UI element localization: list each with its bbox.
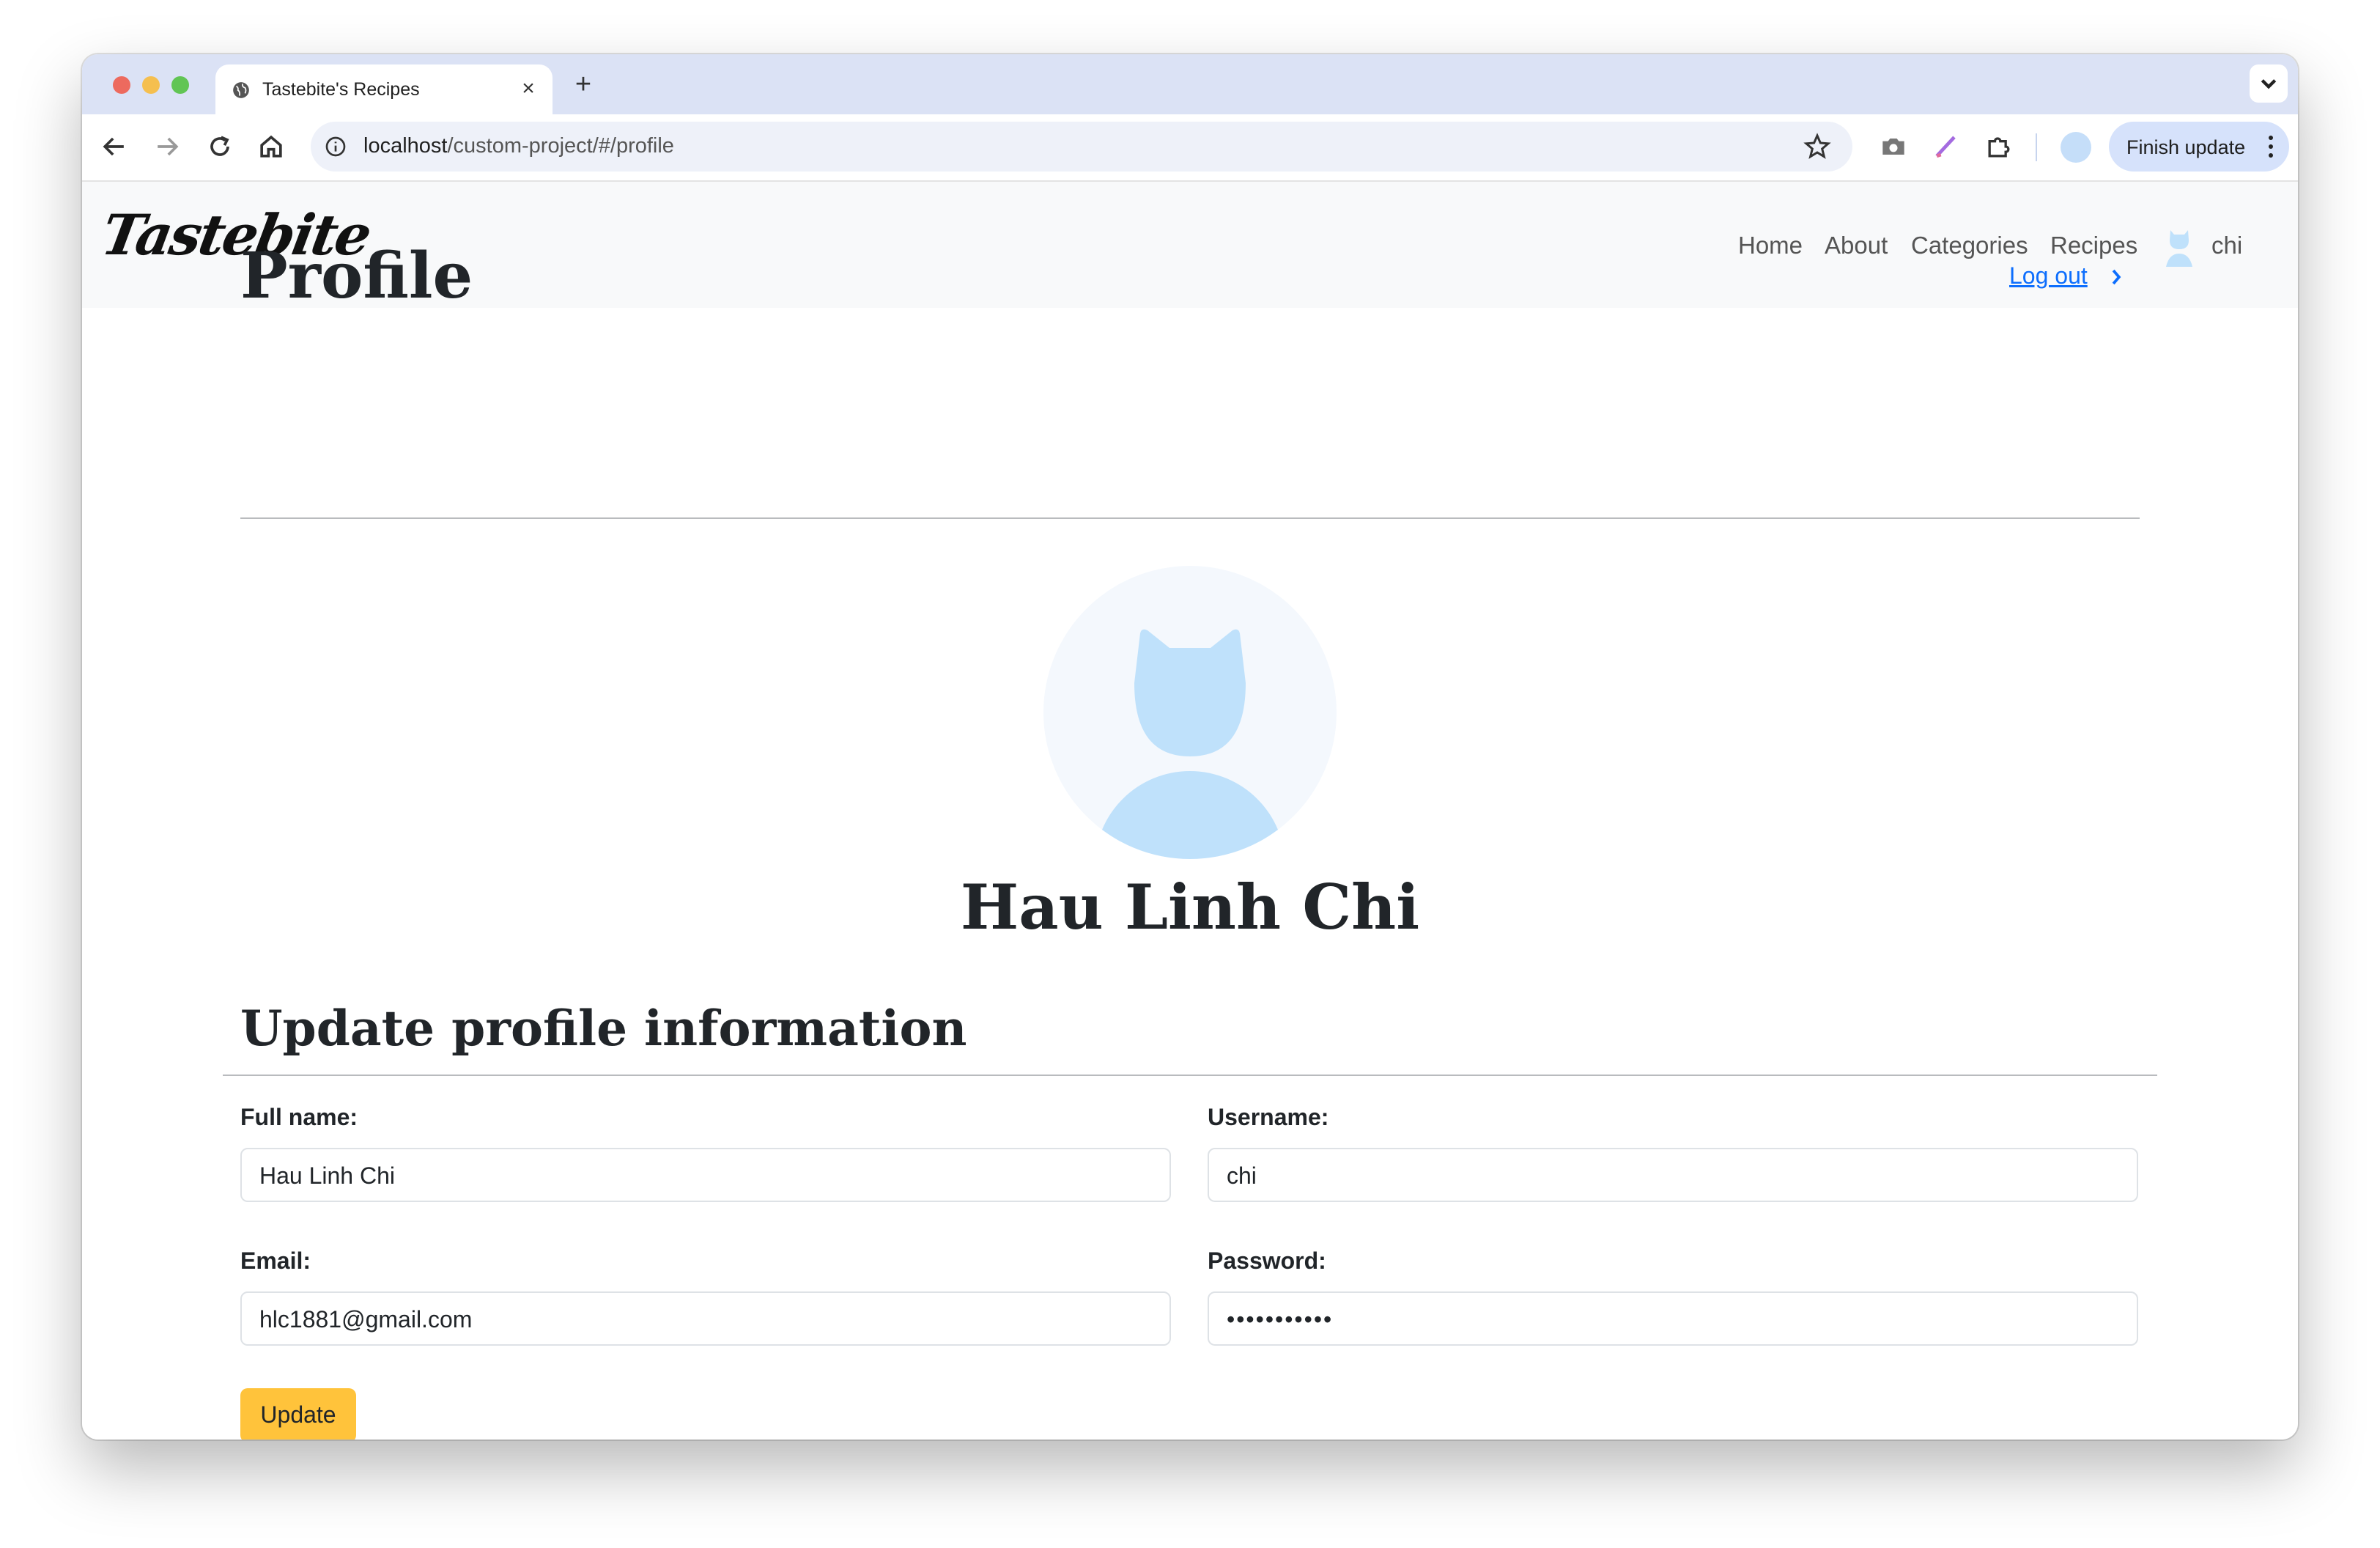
minimize-window-button[interactable]	[142, 76, 160, 94]
browser-toolbar: localhost/custom-project/#/profile Finis…	[82, 114, 2298, 182]
reload-icon[interactable]	[204, 130, 236, 163]
web-page: Tastebite Home About Categories Recipes …	[82, 182, 2298, 1440]
title-divider	[240, 517, 2140, 519]
chevron-right-icon[interactable]	[2104, 264, 2128, 290]
toolbar-separator	[2036, 133, 2037, 161]
browser-window: Tastebite's Recipes × + localhost/custom…	[82, 54, 2298, 1440]
nav-link-categories[interactable]: Categories	[1911, 232, 2028, 259]
password-input[interactable]: •••••••••••	[1208, 1291, 2138, 1346]
full-name-input[interactable]: Hau Linh Chi	[240, 1148, 1171, 1202]
back-arrow-icon[interactable]	[98, 130, 130, 163]
nav-link-home[interactable]: Home	[1738, 232, 1803, 259]
address-bar[interactable]: localhost/custom-project/#/profile	[311, 122, 1852, 172]
close-tab-icon[interactable]: ×	[517, 78, 539, 100]
nav-link-about[interactable]: About	[1825, 232, 1888, 259]
finish-update-button[interactable]: Finish update	[2109, 122, 2289, 172]
user-avatar-icon[interactable]	[2162, 226, 2197, 267]
url-path: /custom-project/#/profile	[447, 134, 674, 158]
pen-icon[interactable]	[1930, 130, 1962, 163]
email-label: Email:	[240, 1247, 311, 1274]
url-text[interactable]: localhost/custom-project/#/profile	[363, 134, 674, 158]
update-button-label: Update	[260, 1401, 336, 1428]
update-button[interactable]: Update	[240, 1388, 356, 1440]
update-section-title: Update profile information	[240, 1000, 967, 1057]
page-title: Profile	[240, 239, 473, 313]
camera-icon[interactable]	[1877, 130, 1910, 163]
email-value: hlc1881@gmail.com	[259, 1306, 473, 1333]
username-label: Username:	[1208, 1104, 1329, 1130]
profile-full-name: Hau Linh Chi	[960, 871, 1420, 943]
close-window-button[interactable]	[113, 76, 130, 94]
home-icon[interactable]	[255, 130, 287, 163]
site-info-icon[interactable]	[324, 135, 347, 158]
browser-profile-avatar[interactable]	[2061, 132, 2091, 163]
password-value: •••••••••••	[1227, 1306, 1334, 1333]
tab-strip: Tastebite's Recipes × +	[82, 54, 2298, 114]
new-tab-icon[interactable]: +	[569, 70, 598, 100]
profile-avatar-image	[1043, 566, 1337, 859]
bookmark-star-icon[interactable]	[1803, 132, 1832, 161]
username-value: chi	[1227, 1162, 1257, 1189]
nav-username[interactable]: chi	[2211, 232, 2242, 259]
nav-link-recipes[interactable]: Recipes	[2050, 232, 2137, 259]
more-vertical-icon	[2269, 136, 2273, 158]
chevron-down-icon	[2261, 79, 2277, 89]
extensions-puzzle-icon[interactable]	[1983, 130, 2015, 163]
tab-search-button[interactable]	[2250, 64, 2288, 103]
email-input[interactable]: hlc1881@gmail.com	[240, 1291, 1171, 1346]
forward-arrow-icon[interactable]	[151, 130, 183, 163]
browser-tab[interactable]: Tastebite's Recipes ×	[215, 64, 552, 114]
username-input[interactable]: chi	[1208, 1148, 2138, 1202]
finish-update-label: Finish update	[2126, 136, 2246, 158]
section-divider	[223, 1075, 2157, 1076]
full-name-value: Hau Linh Chi	[259, 1162, 395, 1189]
tab-title: Tastebite's Recipes	[262, 79, 420, 100]
url-host: localhost	[363, 134, 448, 158]
full-name-label: Full name:	[240, 1104, 358, 1130]
logout-link[interactable]: Log out	[2009, 262, 2088, 290]
globe-icon	[233, 82, 249, 98]
maximize-window-button[interactable]	[171, 76, 189, 94]
password-label: Password:	[1208, 1247, 1326, 1274]
